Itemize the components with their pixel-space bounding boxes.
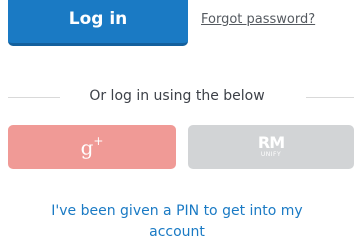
log-in-button[interactable]: Log in [8, 0, 188, 46]
pin-link-line-2: account [149, 224, 205, 240]
rm-unify-text: UNIFY [260, 151, 282, 158]
rm-mark: RM [257, 133, 285, 152]
forgot-password-link[interactable]: Forgot password? [201, 12, 315, 27]
google-plus-icon: g+ [80, 133, 104, 160]
rm-unify-logo: RM UNIFY [257, 133, 285, 159]
google-plus-letter: g [80, 135, 94, 160]
divider-text: Or log in using the below [89, 88, 265, 104]
rm-unify-login-button[interactable]: RM UNIFY [188, 125, 354, 169]
login-panel: Log in Forgot password? Or log in using … [0, 0, 354, 242]
google-plus-sign: + [93, 133, 104, 148]
pin-login-link[interactable]: I've been given a PIN to get into my acc… [0, 201, 354, 242]
divider-line-right [306, 97, 354, 98]
pin-link-line-1: I've been given a PIN to get into my [51, 203, 303, 219]
google-plus-login-button[interactable]: g+ [8, 125, 176, 169]
log-in-label: Log in [68, 9, 128, 29]
